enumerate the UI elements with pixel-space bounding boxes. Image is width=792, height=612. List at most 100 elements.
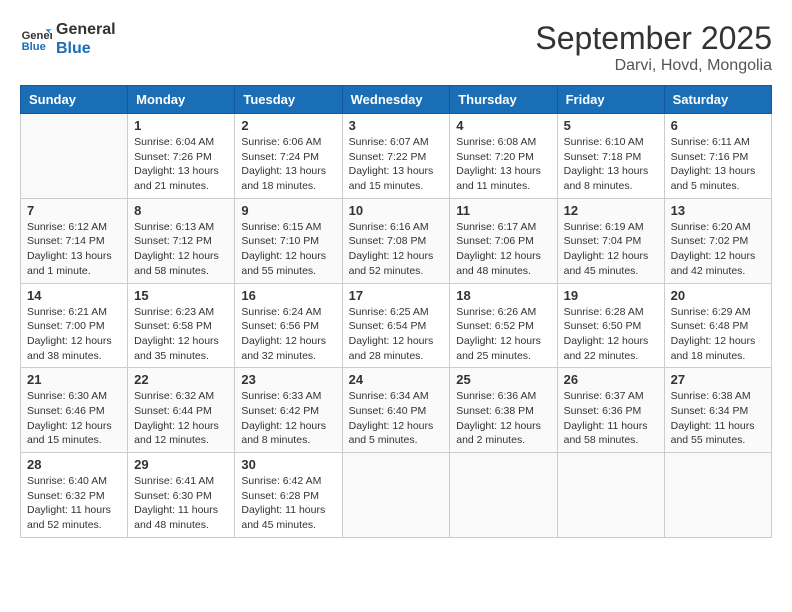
calendar-cell: 16Sunrise: 6:24 AM Sunset: 6:56 PM Dayli… xyxy=(235,283,342,368)
day-info: Sunrise: 6:04 AM Sunset: 7:26 PM Dayligh… xyxy=(134,135,228,194)
day-info: Sunrise: 6:11 AM Sunset: 7:16 PM Dayligh… xyxy=(671,135,765,194)
calendar-cell: 13Sunrise: 6:20 AM Sunset: 7:02 PM Dayli… xyxy=(664,198,771,283)
day-number: 24 xyxy=(349,372,444,387)
calendar: SundayMondayTuesdayWednesdayThursdayFrid… xyxy=(20,85,772,538)
day-number: 19 xyxy=(564,288,658,303)
calendar-cell: 23 Sunrise: 6:33 AM Sunset: 6:42 PM Dayli… xyxy=(235,368,342,453)
weekday-header-wednesday: Wednesday xyxy=(342,86,450,114)
title-block: September 2025 Darvi, Hovd, Mongolia xyxy=(535,20,772,75)
calendar-cell xyxy=(557,453,664,538)
logo-icon: General Blue xyxy=(20,23,52,55)
day-info: Sunrise: 6:20 AM Sunset: 7:02 PM Dayligh… xyxy=(671,220,765,279)
day-info: Sunrise: 6:41 AM Sunset: 6:30 PM Dayligh… xyxy=(134,474,228,533)
calendar-cell: 26Sunrise: 6:37 AM Sunset: 6:36 PM Dayli… xyxy=(557,368,664,453)
day-number: 10 xyxy=(349,203,444,218)
calendar-cell: 22 Sunrise: 6:32 AM Sunset: 6:44 PM Dayli… xyxy=(128,368,235,453)
calendar-cell: 8 Sunrise: 6:13 AM Sunset: 7:12 PM Daylig… xyxy=(128,198,235,283)
calendar-cell: 2Sunrise: 6:06 AM Sunset: 7:24 PM Daylig… xyxy=(235,114,342,199)
logo-general: General xyxy=(56,20,116,39)
logo-blue: Blue xyxy=(56,39,116,58)
calendar-cell: 9Sunrise: 6:15 AM Sunset: 7:10 PM Daylig… xyxy=(235,198,342,283)
day-number: 17 xyxy=(349,288,444,303)
calendar-cell: 27 Sunrise: 6:38 AM Sunset: 6:34 PM Dayli… xyxy=(664,368,771,453)
day-number: 18 xyxy=(456,288,550,303)
weekday-header-friday: Friday xyxy=(557,86,664,114)
day-info: Sunrise: 6:34 AM Sunset: 6:40 PM Dayligh… xyxy=(349,389,444,448)
weekday-header-tuesday: Tuesday xyxy=(235,86,342,114)
day-number: 15 xyxy=(134,288,228,303)
weekday-header-monday: Monday xyxy=(128,86,235,114)
day-number: 8 xyxy=(134,203,228,218)
day-number: 20 xyxy=(671,288,765,303)
calendar-cell xyxy=(450,453,557,538)
calendar-week-2: 7Sunrise: 6:12 AM Sunset: 7:14 PM Daylig… xyxy=(21,198,772,283)
svg-text:General: General xyxy=(22,30,52,42)
day-info: Sunrise: 6:32 AM Sunset: 6:44 PM Dayligh… xyxy=(134,389,228,448)
calendar-cell: 30Sunrise: 6:42 AM Sunset: 6:28 PM Dayli… xyxy=(235,453,342,538)
day-info: Sunrise: 6:17 AM Sunset: 7:06 PM Dayligh… xyxy=(456,220,550,279)
calendar-cell: 6Sunrise: 6:11 AM Sunset: 7:16 PM Daylig… xyxy=(664,114,771,199)
calendar-cell: 12Sunrise: 6:19 AM Sunset: 7:04 PM Dayli… xyxy=(557,198,664,283)
calendar-cell: 4Sunrise: 6:08 AM Sunset: 7:20 PM Daylig… xyxy=(450,114,557,199)
calendar-cell: 18Sunrise: 6:26 AM Sunset: 6:52 PM Dayli… xyxy=(450,283,557,368)
day-info: Sunrise: 6:33 AM Sunset: 6:42 PM Dayligh… xyxy=(241,389,335,448)
day-info: Sunrise: 6:10 AM Sunset: 7:18 PM Dayligh… xyxy=(564,135,658,194)
day-info: Sunrise: 6:29 AM Sunset: 6:48 PM Dayligh… xyxy=(671,305,765,364)
calendar-week-5: 28Sunrise: 6:40 AM Sunset: 6:32 PM Dayli… xyxy=(21,453,772,538)
day-number: 27 xyxy=(671,372,765,387)
weekday-header-saturday: Saturday xyxy=(664,86,771,114)
calendar-cell: 24 Sunrise: 6:34 AM Sunset: 6:40 PM Dayli… xyxy=(342,368,450,453)
weekday-header-thursday: Thursday xyxy=(450,86,557,114)
day-info: Sunrise: 6:16 AM Sunset: 7:08 PM Dayligh… xyxy=(349,220,444,279)
day-info: Sunrise: 6:13 AM Sunset: 7:12 PM Dayligh… xyxy=(134,220,228,279)
day-number: 16 xyxy=(241,288,335,303)
calendar-cell: 19 Sunrise: 6:28 AM Sunset: 6:50 PM Dayli… xyxy=(557,283,664,368)
weekday-header-sunday: Sunday xyxy=(21,86,128,114)
calendar-week-3: 14 Sunrise: 6:21 AM Sunset: 7:00 PM Dayli… xyxy=(21,283,772,368)
calendar-cell: 11 Sunrise: 6:17 AM Sunset: 7:06 PM Dayli… xyxy=(450,198,557,283)
day-number: 26 xyxy=(564,372,658,387)
day-info: Sunrise: 6:40 AM Sunset: 6:32 PM Dayligh… xyxy=(27,474,121,533)
calendar-cell: 1 Sunrise: 6:04 AM Sunset: 7:26 PM Daylig… xyxy=(128,114,235,199)
day-number: 2 xyxy=(241,118,335,133)
day-info: Sunrise: 6:42 AM Sunset: 6:28 PM Dayligh… xyxy=(241,474,335,533)
day-number: 22 xyxy=(134,372,228,387)
month-title: September 2025 xyxy=(535,20,772,57)
day-info: Sunrise: 6:38 AM Sunset: 6:34 PM Dayligh… xyxy=(671,389,765,448)
day-info: Sunrise: 6:36 AM Sunset: 6:38 PM Dayligh… xyxy=(456,389,550,448)
day-info: Sunrise: 6:23 AM Sunset: 6:58 PM Dayligh… xyxy=(134,305,228,364)
calendar-cell: 10 Sunrise: 6:16 AM Sunset: 7:08 PM Dayli… xyxy=(342,198,450,283)
day-number: 1 xyxy=(134,118,228,133)
calendar-cell: 20 Sunrise: 6:29 AM Sunset: 6:48 PM Dayli… xyxy=(664,283,771,368)
calendar-cell xyxy=(342,453,450,538)
location-title: Darvi, Hovd, Mongolia xyxy=(535,57,772,75)
calendar-cell: 14 Sunrise: 6:21 AM Sunset: 7:00 PM Dayli… xyxy=(21,283,128,368)
day-number: 23 xyxy=(241,372,335,387)
day-number: 11 xyxy=(456,203,550,218)
logo: General Blue General Blue xyxy=(20,20,116,58)
day-number: 21 xyxy=(27,372,121,387)
calendar-week-1: 1 Sunrise: 6:04 AM Sunset: 7:26 PM Daylig… xyxy=(21,114,772,199)
day-number: 14 xyxy=(27,288,121,303)
day-number: 25 xyxy=(456,372,550,387)
calendar-cell xyxy=(664,453,771,538)
day-info: Sunrise: 6:07 AM Sunset: 7:22 PM Dayligh… xyxy=(349,135,444,194)
day-info: Sunrise: 6:28 AM Sunset: 6:50 PM Dayligh… xyxy=(564,305,658,364)
calendar-cell: 28Sunrise: 6:40 AM Sunset: 6:32 PM Dayli… xyxy=(21,453,128,538)
calendar-week-4: 21Sunrise: 6:30 AM Sunset: 6:46 PM Dayli… xyxy=(21,368,772,453)
day-info: Sunrise: 6:25 AM Sunset: 6:54 PM Dayligh… xyxy=(349,305,444,364)
calendar-cell: 25 Sunrise: 6:36 AM Sunset: 6:38 PM Dayli… xyxy=(450,368,557,453)
calendar-cell: 3 Sunrise: 6:07 AM Sunset: 7:22 PM Daylig… xyxy=(342,114,450,199)
day-number: 9 xyxy=(241,203,335,218)
calendar-cell: 17 Sunrise: 6:25 AM Sunset: 6:54 PM Dayli… xyxy=(342,283,450,368)
calendar-header-row: SundayMondayTuesdayWednesdayThursdayFrid… xyxy=(21,86,772,114)
calendar-cell xyxy=(21,114,128,199)
day-number: 7 xyxy=(27,203,121,218)
day-number: 29 xyxy=(134,457,228,472)
day-info: Sunrise: 6:21 AM Sunset: 7:00 PM Dayligh… xyxy=(27,305,121,364)
calendar-cell: 7Sunrise: 6:12 AM Sunset: 7:14 PM Daylig… xyxy=(21,198,128,283)
page-header: General Blue General Blue September 2025… xyxy=(20,20,772,75)
day-number: 4 xyxy=(456,118,550,133)
day-number: 3 xyxy=(349,118,444,133)
day-info: Sunrise: 6:19 AM Sunset: 7:04 PM Dayligh… xyxy=(564,220,658,279)
